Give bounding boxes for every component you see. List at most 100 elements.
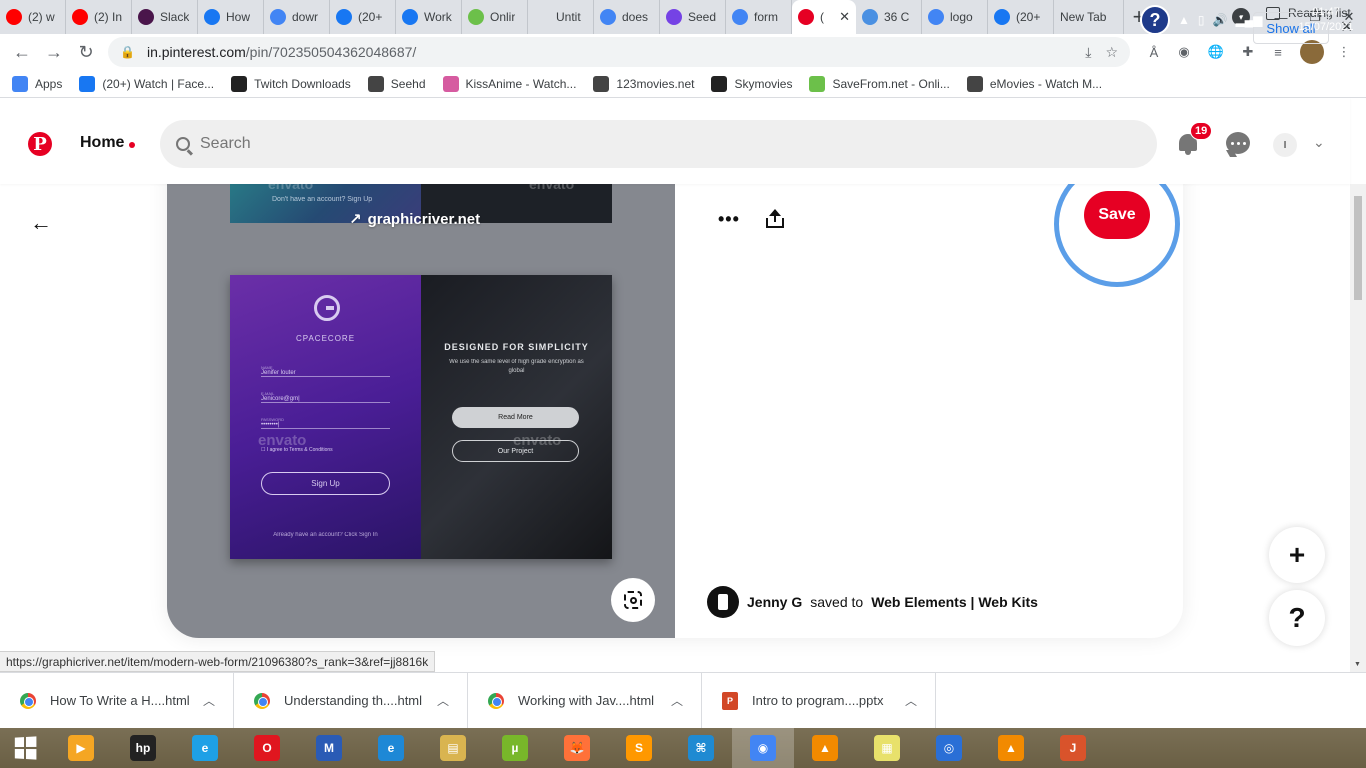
browser-tab[interactable]: Onlir <box>462 0 528 34</box>
help-tray-icon[interactable]: ? <box>1140 5 1170 35</box>
chrome-menu-icon[interactable]: ⋮ <box>1332 40 1356 64</box>
pin-image[interactable]: Don't have an account? Sign Up envato env… <box>167 138 675 638</box>
apps-grid-icon <box>12 75 28 92</box>
show-hidden-icons-icon[interactable]: ▲ <box>1178 13 1190 27</box>
extension-globe-icon[interactable]: 🌐 <box>1204 40 1228 64</box>
system-clock[interactable]: 01:47 15/07/2021 <box>1296 5 1356 35</box>
browser-tab[interactable]: (2) In <box>66 0 132 34</box>
taskbar-app[interactable]: ▶ <box>50 728 112 768</box>
taskbar-app[interactable]: e <box>360 728 422 768</box>
scrollbar-thumb[interactable] <box>1354 196 1362 300</box>
bookmark-item[interactable]: Skymovies <box>711 75 792 92</box>
browser-tab[interactable]: (20+ <box>330 0 396 34</box>
close-tab-icon[interactable]: ✕ <box>839 9 850 25</box>
taskbar-app[interactable]: S <box>608 728 670 768</box>
forward-icon[interactable]: → <box>38 36 70 68</box>
taskbar-app[interactable]: ▦ <box>856 728 918 768</box>
mockup-terms-checkbox: ☐ I agree to Terms & Conditions <box>261 447 333 453</box>
bookmark-item[interactable]: (20+) Watch | Face... <box>79 75 214 92</box>
browser-tab[interactable]: (20+ <box>988 0 1054 34</box>
reload-icon[interactable]: ↻ <box>70 36 102 68</box>
create-plus-button[interactable]: + <box>1269 527 1325 583</box>
browser-tab[interactable]: dowr <box>264 0 330 34</box>
taskbar-app[interactable]: 🦊 <box>546 728 608 768</box>
search-input[interactable] <box>200 135 1100 153</box>
browser-tab[interactable]: Untit <box>528 0 594 34</box>
lock-icon[interactable]: 🔒 <box>120 45 135 59</box>
bookmark-item[interactable]: Apps <box>12 75 62 92</box>
download-item[interactable]: How To Write a H....html ︿ <box>0 672 234 729</box>
taskbar-app[interactable]: hp <box>112 728 174 768</box>
clock-time: 01:47 <box>1312 6 1340 18</box>
pinterest-logo-icon[interactable]: P <box>28 132 52 156</box>
taskbar-app[interactable]: ⌘ <box>670 728 732 768</box>
taskbar-app[interactable]: µ <box>484 728 546 768</box>
saver-avatar[interactable] <box>707 586 739 618</box>
more-options-icon[interactable]: ••• <box>718 209 740 230</box>
download-filename: How To Write a H....html <box>50 693 190 708</box>
browser-tab[interactable]: How <box>198 0 264 34</box>
back-icon[interactable]: ← <box>6 36 38 68</box>
search-bar[interactable] <box>160 120 1157 168</box>
taskbar-app[interactable]: M <box>298 728 360 768</box>
saver-name-link[interactable]: Jenny G <box>747 594 802 610</box>
taskbar-app[interactable]: J <box>1042 728 1104 768</box>
bookmark-item[interactable]: eMovies - Watch M... <box>966 75 1102 92</box>
taskbar-app[interactable]: ▤ <box>422 728 484 768</box>
extension-a-icon[interactable]: Å <box>1142 40 1166 64</box>
board-name-link[interactable]: Web Elements | Web Kits <box>871 594 1038 610</box>
browser-tab[interactable]: Work <box>396 0 462 34</box>
page-scrollbar[interactable]: ▼ <box>1350 184 1366 672</box>
source-link[interactable]: ↗ graphicriver.net <box>349 210 480 229</box>
share-icon[interactable] <box>764 208 786 230</box>
user-avatar[interactable]: I <box>1273 133 1297 157</box>
taskbar-app[interactable]: ▲ <box>980 728 1042 768</box>
browser-tab[interactable]: 36 C <box>856 0 922 34</box>
device-icon[interactable]: ▯ <box>1198 13 1205 27</box>
bookmark-item[interactable]: KissAnime - Watch... <box>442 75 576 92</box>
network-signal-icon[interactable]: ▂▄▆ <box>1235 13 1262 27</box>
bookmark-item[interactable]: 123movies.net <box>593 75 694 92</box>
browser-tab[interactable]: (✕ <box>792 0 856 34</box>
start-button[interactable] <box>0 728 50 768</box>
taskbar-app[interactable]: ◉ <box>732 728 794 768</box>
taskbar-app[interactable]: ◎ <box>918 728 980 768</box>
bookmark-item[interactable]: SaveFrom.net - Onli... <box>809 75 950 92</box>
browser-tab[interactable]: (2) w <box>0 0 66 34</box>
browser-tab[interactable]: New Tab <box>1054 0 1124 34</box>
download-options-chevron-icon[interactable]: ︿ <box>203 692 215 709</box>
install-app-icon[interactable]: ⤓ <box>1085 44 1091 61</box>
bookmark-item[interactable]: Seehd <box>367 75 426 92</box>
browser-tab[interactable]: form <box>726 0 792 34</box>
extension-color-icon[interactable]: ◉ <box>1172 40 1196 64</box>
messages-icon[interactable] <box>1226 132 1250 154</box>
bookmark-star-icon[interactable]: ☆ <box>1105 44 1118 61</box>
taskbar-app[interactable]: O <box>236 728 298 768</box>
bookmark-item[interactable]: Twitch Downloads <box>231 75 351 92</box>
download-options-chevron-icon[interactable]: ︿ <box>671 692 683 709</box>
download-options-chevron-icon[interactable]: ︿ <box>905 692 917 709</box>
taskbar-app[interactable]: ▲ <box>794 728 856 768</box>
download-item[interactable]: Working with Jav....html ︿ <box>468 672 702 729</box>
url-text: in.pinterest.com/pin/702350504362048687/ <box>146 44 417 60</box>
visual-search-lens-icon[interactable] <box>611 578 655 622</box>
save-button[interactable]: Save <box>1084 191 1150 239</box>
browser-tab[interactable]: Slack <box>132 0 198 34</box>
help-button[interactable]: ? <box>1269 590 1325 646</box>
back-arrow-icon[interactable]: ← <box>30 210 52 236</box>
sticky-notes-icon: ▦ <box>874 735 900 761</box>
scroll-down-arrow-icon[interactable]: ▼ <box>1354 661 1361 668</box>
download-item[interactable]: Understanding th....html ︿ <box>234 672 468 729</box>
home-link[interactable]: Home <box>80 134 124 152</box>
download-filename: Working with Jav....html <box>518 693 655 708</box>
browser-tab[interactable]: logo <box>922 0 988 34</box>
browser-tab[interactable]: does <box>594 0 660 34</box>
volume-icon[interactable]: 🔊 <box>1213 13 1228 27</box>
account-menu-chevron-icon[interactable]: ⌄ <box>1313 134 1325 151</box>
taskbar-app[interactable]: e <box>174 728 236 768</box>
address-bar[interactable]: 🔒 in.pinterest.com/pin/70235050436204868… <box>108 37 1130 67</box>
saved-by-line: Jenny G saved to Web Elements | Web Kits <box>707 586 1038 618</box>
browser-tab[interactable]: Seed <box>660 0 726 34</box>
download-item[interactable]: P Intro to program....pptx ︿ <box>702 672 936 729</box>
download-options-chevron-icon[interactable]: ︿ <box>437 692 449 709</box>
